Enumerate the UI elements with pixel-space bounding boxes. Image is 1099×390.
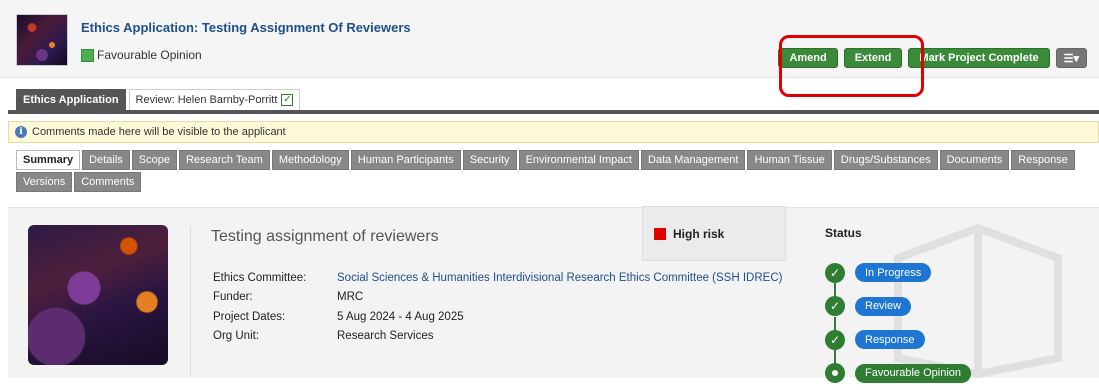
status-pill: Response (855, 330, 925, 349)
current-step-icon (825, 363, 845, 383)
checkmark-icon: ✓ (281, 94, 293, 106)
header-actions: Amend Extend Mark Project Complete ☰▾ (778, 48, 1099, 68)
risk-label: High risk (673, 227, 724, 241)
check-icon: ✓ (825, 330, 845, 350)
detail-value: Research Services (337, 330, 434, 342)
tab-underline-bar (8, 110, 1099, 114)
tab-label: Review: Helen Barnby-Porritt (136, 94, 278, 106)
tab-review[interactable]: Review: Helen Barnby-Porritt ✓ (129, 89, 301, 110)
tab-research-team[interactable]: Research Team (179, 150, 270, 170)
tab-methodology[interactable]: Methodology (272, 150, 349, 170)
detail-value: MRC (337, 291, 363, 303)
extend-button[interactable]: Extend (844, 48, 903, 68)
info-icon: i (15, 126, 27, 138)
comments-notice: i Comments made here will be visible to … (8, 121, 1099, 143)
tab-documents[interactable]: Documents (940, 150, 1010, 170)
status-steps: ✓ In Progress ✓ Review ✓ Response Favour… (825, 256, 971, 390)
step-connector (834, 283, 836, 297)
tab-label: Ethics Application (23, 94, 119, 106)
ethics-committee-link[interactable]: Social Sciences & Humanities Interdivisi… (337, 272, 782, 284)
project-image (28, 225, 168, 365)
status-pill: In Progress (855, 263, 931, 282)
tab-ethics-application[interactable]: Ethics Application (16, 89, 126, 110)
detail-label: Ethics Committee: (213, 272, 337, 284)
tab-data-management[interactable]: Data Management (641, 150, 746, 170)
tab-comments[interactable]: Comments (74, 172, 141, 192)
card-divider (190, 226, 191, 376)
detail-label: Org Unit: (213, 330, 337, 342)
application-title: Ethics Application: Testing Assignment O… (81, 20, 411, 35)
tab-summary[interactable]: Summary (16, 150, 80, 170)
tab-response[interactable]: Response (1011, 150, 1075, 170)
section-tabs: Summary Details Scope Research Team Meth… (16, 150, 1086, 192)
application-header: Ethics Application: Testing Assignment O… (0, 0, 1099, 78)
status-pill-current: Favourable Opinion (855, 364, 971, 383)
step-connector (834, 317, 836, 331)
status-step: ✓ Review (825, 290, 971, 324)
actions-spacer (1093, 48, 1099, 68)
tab-drugs-substances[interactable]: Drugs/Substances (834, 150, 938, 170)
detail-row: Project Dates: 5 Aug 2024 - 4 Aug 2025 (213, 307, 782, 327)
project-details: Ethics Committee: Social Sciences & Huma… (213, 268, 782, 346)
status-pill: Review (855, 297, 911, 316)
tab-scope[interactable]: Scope (132, 150, 177, 170)
detail-value: 5 Aug 2024 - 4 Aug 2025 (337, 311, 464, 323)
check-icon: ✓ (825, 263, 845, 283)
opinion-label: Favourable Opinion (97, 48, 202, 62)
project-title: Testing assignment of reviewers (211, 228, 439, 246)
tab-human-tissue[interactable]: Human Tissue (747, 150, 831, 170)
status-step: ✓ In Progress (825, 256, 971, 290)
opinion-status: Favourable Opinion (81, 48, 202, 62)
risk-color-swatch (654, 228, 666, 240)
summary-card: Testing assignment of reviewers Ethics C… (8, 207, 1099, 378)
detail-label: Funder: (213, 291, 337, 303)
check-icon: ✓ (825, 296, 845, 316)
amend-button[interactable]: Amend (778, 48, 837, 68)
project-thumbnail (16, 14, 68, 66)
more-actions-menu-button[interactable]: ☰▾ (1056, 48, 1087, 68)
step-connector (834, 350, 836, 364)
detail-row: Funder: MRC (213, 288, 782, 308)
detail-row: Org Unit: Research Services (213, 327, 782, 347)
status-step: ✓ Response (825, 323, 971, 357)
opinion-color-swatch (81, 49, 94, 62)
application-tabs: Ethics Application Review: Helen Barnby-… (16, 89, 300, 110)
status-step: Favourable Opinion (825, 357, 971, 390)
tab-details[interactable]: Details (82, 150, 130, 170)
mark-project-complete-button[interactable]: Mark Project Complete (908, 48, 1049, 68)
tab-human-participants[interactable]: Human Participants (351, 150, 461, 170)
status-title: Status (825, 226, 862, 240)
detail-row: Ethics Committee: Social Sciences & Huma… (213, 268, 782, 288)
risk-badge: High risk (642, 206, 786, 261)
tab-environmental-impact[interactable]: Environmental Impact (519, 150, 639, 170)
detail-label: Project Dates: (213, 311, 337, 323)
tab-security[interactable]: Security (463, 150, 517, 170)
notice-text: Comments made here will be visible to th… (32, 126, 286, 138)
current-dot (832, 370, 838, 376)
tab-versions[interactable]: Versions (16, 172, 72, 192)
